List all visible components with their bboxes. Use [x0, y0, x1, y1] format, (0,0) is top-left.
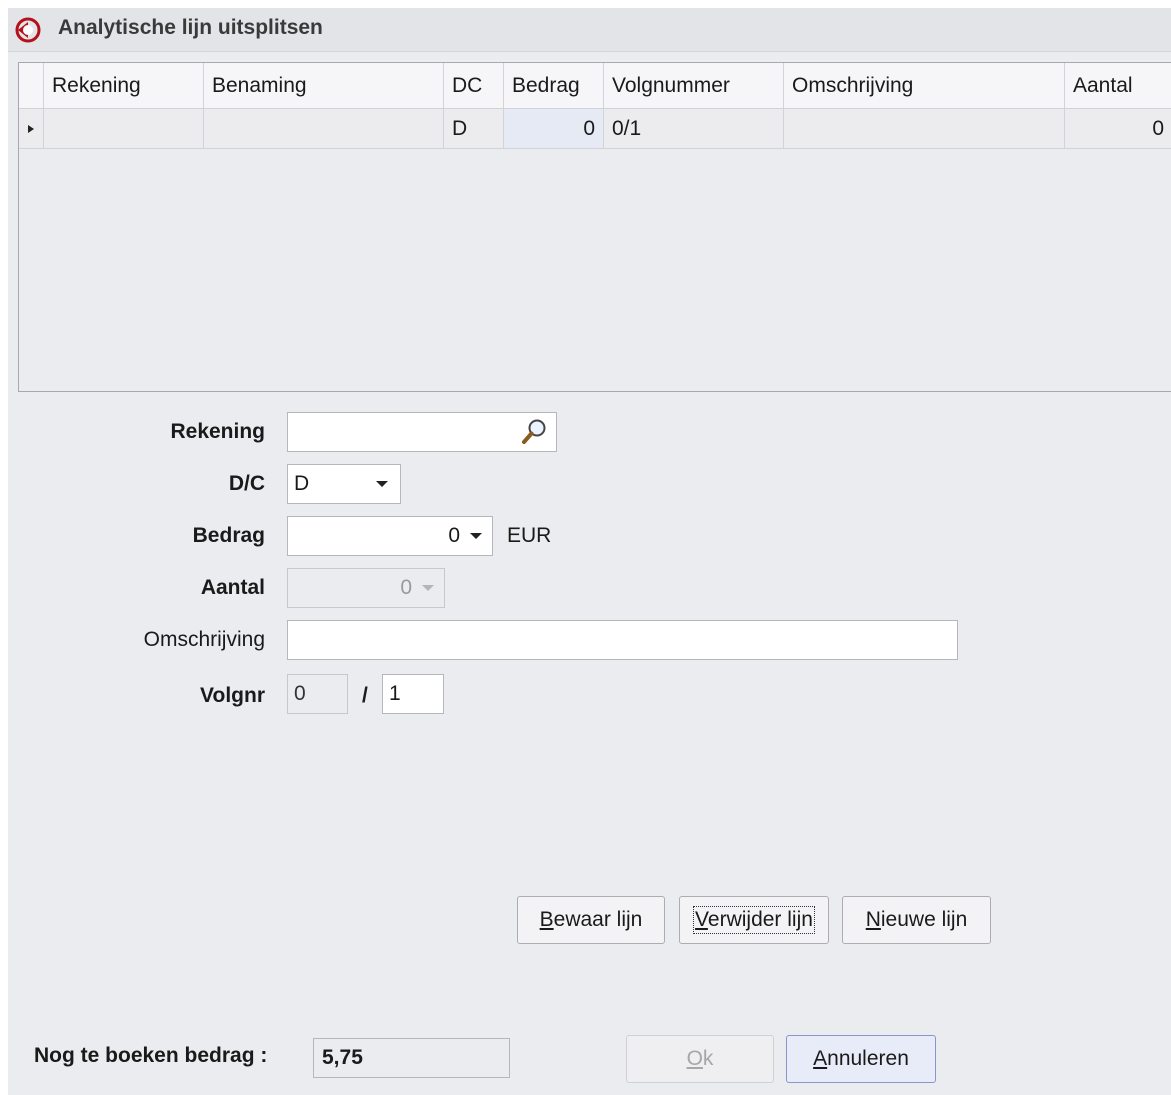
bedrag-input[interactable]: 0 [287, 516, 493, 556]
cancel-button[interactable]: Annuleren [786, 1035, 936, 1083]
column-header-benaming[interactable]: Benaming [204, 63, 444, 108]
current-row-indicator-icon [19, 109, 44, 148]
cell-volgnummer[interactable]: 0/1 [604, 109, 784, 148]
dc-value: D [294, 472, 310, 495]
column-header-omschrijving[interactable]: Omschrijving [784, 63, 1065, 108]
table-row[interactable]: D 0 0/1 0 [19, 109, 1171, 149]
bedrag-label: Bedrag [192, 524, 265, 547]
cell-aantal[interactable]: 0 [1065, 109, 1171, 148]
dc-label: D/C [228, 472, 265, 495]
save-line-button[interactable]: Bewaar lijn [517, 896, 665, 944]
chevron-down-icon[interactable] [470, 533, 482, 539]
column-header-rekening[interactable]: Rekening [44, 63, 204, 108]
volgnr-value: 0 [294, 682, 306, 705]
remaining-amount-field: 5,75 [313, 1038, 510, 1078]
dialog-window: Analytische lijn uitsplitsen Rekening Be… [8, 8, 1171, 1095]
column-header-bedrag[interactable]: Bedrag [504, 63, 604, 108]
lines-grid[interactable]: Rekening Benaming DC Bedrag Volgnummer O… [18, 62, 1171, 392]
cell-benaming[interactable] [204, 109, 444, 148]
column-header-aantal[interactable]: Aantal [1065, 63, 1171, 108]
volgnr-number-field: 0 [287, 674, 348, 714]
omschrijving-label: Omschrijving [143, 628, 265, 651]
remaining-amount-label: Nog te boeken bedrag : [34, 1044, 268, 1067]
aantal-input: 0 [287, 568, 445, 608]
aantal-label: Aantal [200, 576, 265, 599]
chevron-down-icon[interactable] [376, 481, 388, 487]
row-indicator-header [19, 63, 44, 108]
volgnr-total-value[interactable]: 1 [383, 682, 407, 706]
chevron-down-icon [422, 585, 434, 591]
bedrag-value[interactable]: 0 [288, 524, 470, 548]
grid-header: Rekening Benaming DC Bedrag Volgnummer O… [19, 63, 1171, 109]
volgnr-label: Volgnr [200, 684, 265, 707]
omschrijving-input[interactable] [287, 620, 958, 660]
rekening-label: Rekening [170, 420, 265, 443]
rekening-field[interactable] [287, 412, 557, 452]
window-title: Analytische lijn uitsplitsen [58, 16, 323, 39]
cell-omschrijving[interactable] [784, 109, 1065, 148]
dc-select[interactable]: D [287, 464, 401, 504]
title-bar: Analytische lijn uitsplitsen [8, 8, 1171, 52]
search-icon[interactable] [520, 417, 550, 447]
volgnr-separator: / [362, 684, 368, 707]
cell-dc[interactable]: D [444, 109, 504, 148]
cell-bedrag[interactable]: 0 [504, 109, 604, 148]
new-line-button[interactable]: Nieuwe lijn [842, 896, 991, 944]
cell-rekening[interactable] [44, 109, 204, 148]
column-header-volgnummer[interactable]: Volgnummer [604, 63, 784, 108]
volgnr-total-field[interactable]: 1 [382, 674, 444, 714]
aantal-value: 0 [400, 576, 412, 599]
currency-label: EUR [507, 524, 552, 547]
ok-button[interactable]: Ok [626, 1035, 774, 1083]
app-logo-icon [15, 17, 41, 43]
column-header-dc[interactable]: DC [444, 63, 504, 108]
delete-line-button[interactable]: Verwijder lijn [679, 896, 829, 944]
